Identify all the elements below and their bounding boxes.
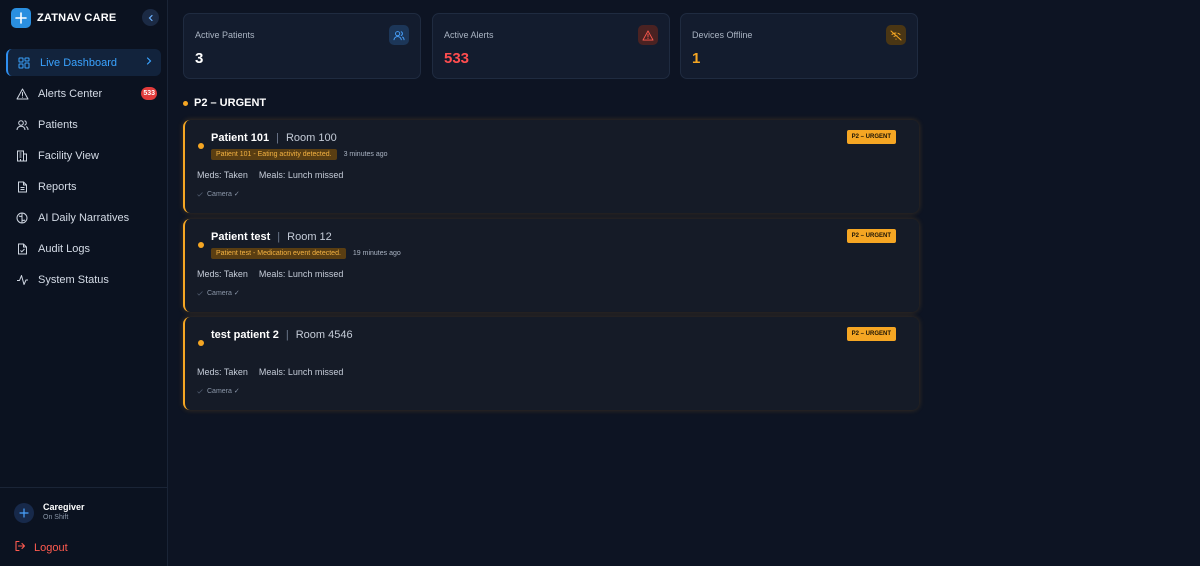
- alert-card[interactable]: Patient test | Room 12 Patient test - Me…: [183, 219, 919, 312]
- room-number: Room 4546: [295, 329, 353, 341]
- collapse-sidebar-button[interactable]: [142, 9, 159, 26]
- chevron-left-icon: [148, 14, 153, 21]
- warning-icon: [638, 25, 658, 45]
- user-name: Caregiver: [43, 502, 85, 512]
- priority-badge: P2 – URGENT: [846, 229, 896, 243]
- device-status: Camera ✓: [197, 387, 240, 395]
- priority-dot-icon: [183, 100, 188, 106]
- sidebar-item-label: Facility View: [38, 149, 99, 162]
- device-label: Camera ✓: [207, 388, 240, 395]
- room-number: Room 100: [285, 132, 337, 144]
- document-icon: [15, 180, 29, 194]
- plus-icon: [19, 507, 29, 518]
- sidebar-item-live-dashboard[interactable]: Live Dashboard: [6, 49, 161, 76]
- room-number: Room 12: [287, 231, 332, 243]
- file-check-icon: [15, 242, 29, 256]
- check-icon: [197, 290, 203, 296]
- alert-card[interactable]: Patient 101 | Room 100 Patient 101 - Eat…: [183, 120, 919, 213]
- users-icon: [15, 118, 29, 132]
- alert-card[interactable]: test patient 2 | Room 4546 Meds: Taken M…: [183, 317, 919, 410]
- event-tag: Patient test - Medication event detected…: [211, 248, 346, 259]
- event-time: 3 minutes ago: [343, 151, 388, 158]
- sidebar-item-label: System Status: [38, 273, 109, 286]
- meals-status: Meals: Lunch missed: [258, 269, 344, 279]
- event-tag: Patient 101 - Eating activity detected.: [211, 149, 337, 160]
- sidebar-item-ai-daily-narratives[interactable]: AI Daily Narratives: [6, 204, 161, 231]
- divider: |: [285, 329, 289, 341]
- brand[interactable]: ZATNAV CARE: [11, 8, 116, 28]
- sidebar-item-label: Live Dashboard: [40, 56, 118, 69]
- alerts-count-badge: 533: [141, 87, 157, 100]
- sidebar-item-alerts-center[interactable]: Alerts Center 533: [6, 80, 161, 107]
- brand-name: ZATNAV CARE: [37, 12, 117, 24]
- stat-value: 3: [195, 50, 204, 67]
- stat-card-devices-offline: Devices Offline 1: [680, 13, 918, 79]
- stat-label: Devices Offline: [692, 30, 753, 40]
- building-icon: [15, 149, 29, 163]
- avatar: [14, 502, 34, 523]
- status-dot-icon: [198, 143, 204, 149]
- dashboard-icon: [17, 56, 31, 70]
- chevron-right-icon: [145, 56, 153, 69]
- brain-icon: [15, 211, 29, 225]
- patient-name: Patient test: [211, 231, 271, 243]
- divider: |: [276, 132, 279, 144]
- logout-label: Logout: [34, 541, 68, 554]
- patient-name: test patient 2: [211, 329, 279, 341]
- stat-value: 533: [444, 50, 470, 67]
- sidebar: ZATNAV CARE Live Dashboard Alerts Center…: [0, 0, 168, 566]
- meds-status: Meds: Taken: [197, 367, 248, 377]
- sidebar-item-system-status[interactable]: System Status: [6, 266, 161, 293]
- sidebar-item-audit-logs[interactable]: Audit Logs: [6, 235, 161, 262]
- sidebar-item-facility-view[interactable]: Facility View: [6, 142, 161, 169]
- stat-label: Active Patients: [195, 30, 255, 40]
- stat-value: 1: [692, 50, 701, 67]
- user-status: On Shift: [43, 514, 69, 521]
- stat-card-active-patients: Active Patients 3: [183, 13, 421, 79]
- stat-card-active-alerts: Active Alerts 533: [432, 13, 670, 79]
- sidebar-item-label: Patients: [38, 118, 78, 131]
- priority-badge: P2 – URGENT: [846, 130, 896, 144]
- device-label: Camera ✓: [207, 290, 240, 297]
- warning-icon: [15, 87, 29, 101]
- logout-button[interactable]: Logout: [14, 540, 68, 555]
- device-status: Camera ✓: [197, 190, 240, 198]
- stat-label: Active Alerts: [444, 30, 494, 40]
- user-profile[interactable]: Caregiver On Shift: [14, 502, 85, 523]
- sidebar-item-reports[interactable]: Reports: [6, 173, 161, 200]
- meds-status: Meds: Taken: [197, 170, 248, 180]
- section-title-label: P2 – URGENT: [194, 97, 267, 109]
- activity-icon: [15, 273, 29, 287]
- meals-status: Meals: Lunch missed: [258, 367, 344, 377]
- priority-badge: P2 – URGENT: [846, 327, 896, 341]
- sidebar-footer: Caregiver On Shift Logout: [0, 487, 168, 566]
- status-dot-icon: [198, 242, 204, 248]
- device-status: Camera ✓: [197, 289, 240, 297]
- status-dot-icon: [198, 340, 204, 346]
- section-title: P2 – URGENT: [183, 97, 266, 109]
- sidebar-nav: Live Dashboard Alerts Center 533 Patient…: [6, 49, 161, 297]
- patient-name: Patient 101: [211, 132, 270, 144]
- meals-status: Meals: Lunch missed: [258, 170, 344, 180]
- sidebar-item-patients[interactable]: Patients: [6, 111, 161, 138]
- meds-status: Meds: Taken: [197, 269, 248, 279]
- divider: |: [277, 231, 281, 243]
- users-icon: [389, 25, 409, 45]
- event-time: 19 minutes ago: [352, 250, 401, 257]
- check-icon: [197, 191, 203, 197]
- device-label: Camera ✓: [207, 191, 240, 198]
- check-icon: [197, 388, 203, 394]
- sidebar-item-label: AI Daily Narratives: [38, 211, 130, 224]
- logout-icon: [14, 540, 26, 555]
- sidebar-item-label: Alerts Center: [38, 87, 103, 100]
- brand-plus-icon: [11, 8, 31, 28]
- wifi-off-icon: [886, 25, 906, 45]
- sidebar-item-label: Reports: [38, 180, 77, 193]
- sidebar-item-label: Audit Logs: [38, 242, 90, 255]
